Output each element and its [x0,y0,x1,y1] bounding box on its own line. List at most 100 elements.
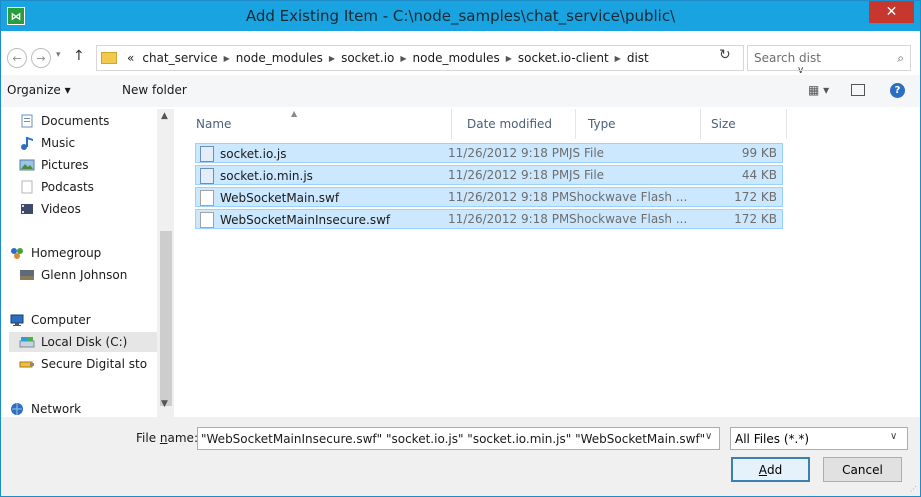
file-row[interactable]: socket.io.min.js 11/26/2012 9:18 PM JS F… [195,165,783,185]
close-button[interactable]: ✕ [869,1,914,23]
nav-item-label: Computer [31,313,91,327]
network-icon [11,403,23,415]
user-icon [20,270,34,280]
file-row[interactable]: WebSocketMainInsecure.swf 11/26/2012 9:1… [195,209,783,229]
column-header-name[interactable]: Name ▲ [188,109,452,139]
add-button-label: dd [766,462,783,477]
nav-item-label: Local Disk (C:) [41,335,128,349]
nav-item-homegroup[interactable]: Homegroup [9,243,101,263]
breadcrumb-chat-service[interactable]: chat_service [142,51,217,65]
breadcrumb-overflow[interactable]: « [127,51,134,65]
file-name-input[interactable]: "WebSocketMainInsecure.swf" "socket.io.j… [197,427,720,450]
scroll-up-chevron-icon[interactable]: ▲ [161,111,168,121]
file-size: 44 KB [741,168,777,182]
nav-item-videos[interactable]: Videos [19,199,81,219]
help-icon[interactable]: ? [890,83,905,98]
file-type-filter-select[interactable]: All Files (*.*) [730,427,908,450]
search-input[interactable]: Search dist ⌕ [747,45,911,71]
nav-item-secure-digital[interactable]: Secure Digital sto [19,354,147,374]
cancel-button[interactable]: Cancel [823,457,902,482]
file-date: 11/26/2012 9:18 PM [448,190,568,204]
add-button-accel: A [758,462,767,477]
breadcrumb-separator-icon[interactable]: ▶ [615,54,621,63]
file-name-cell: WebSocketMainInsecure.swf [200,212,460,228]
file-type-filter-value: All Files (*.*) [735,431,810,446]
nav-item-computer[interactable]: Computer [9,310,91,330]
dialog-window: Add Existing Item - C:\node_samples\chat… [0,0,921,497]
back-arrow-icon: ← [12,51,22,65]
breadcrumb-socket-io-client[interactable]: socket.io-client [518,51,609,65]
computer-icon [10,314,24,326]
file-type: Shockwave Flash ... [569,212,688,226]
nav-scroll-thumb[interactable] [160,231,172,406]
search-icon[interactable]: ⌕ [897,51,904,66]
resize-grip-icon[interactable]: ⋰ [910,485,917,493]
breadcrumb-separator-icon[interactable]: ▶ [224,54,230,63]
column-header-date-label: Date modified [467,117,553,131]
nav-item-label: Music [41,136,76,150]
column-header-size-label: Size [711,117,736,131]
nav-item-podcasts[interactable]: Podcasts [19,177,94,197]
file-name-label-suffix: ame: [167,431,198,445]
nav-item-label: Documents [41,114,110,128]
nav-item-network[interactable]: Network [9,399,81,417]
breadcrumb-separator-icon[interactable]: ▶ [400,54,406,63]
up-arrow-icon[interactable]: ↑ [73,48,85,64]
file-name-cell: socket.io.min.js [200,168,460,184]
file-name-label: File name: [136,431,198,445]
nav-item-local-disk[interactable]: Local Disk (C:) [9,332,159,352]
file-list: Name ▲ Date modified Type Size socket.io… [176,109,920,417]
file-size: 99 KB [741,146,777,160]
file-name-dropdown-chevron-icon[interactable]: ∨ [705,431,712,442]
videos-icon [21,204,33,214]
breadcrumb-separator-icon[interactable]: ▶ [506,54,512,63]
file-size: 172 KB [734,212,777,226]
view-options-icon[interactable]: ▦ ▾ [808,83,829,97]
add-button[interactable]: Add [731,457,810,482]
scroll-down-chevron-icon[interactable]: ▼ [161,399,168,409]
forward-arrow-icon: → [36,51,46,65]
forward-button[interactable]: → [31,48,51,68]
organize-menu-button[interactable]: Organize ▾ [7,83,71,97]
file-row[interactable]: WebSocketMain.swf 11/26/2012 9:18 PM Sho… [195,187,783,207]
nav-item-documents[interactable]: Documents [19,111,109,131]
folder-icon [101,52,117,64]
homegroup-icon [11,248,23,259]
recent-locations-chevron-icon[interactable]: ▾ [56,50,61,60]
breadcrumb-socket-io[interactable]: socket.io [341,51,394,65]
breadcrumb-dist[interactable]: dist [627,51,649,65]
preview-pane-icon[interactable] [851,84,865,96]
column-header-size[interactable]: Size [703,109,787,139]
filter-dropdown-chevron-icon[interactable]: ∨ [890,431,897,442]
file-name: socket.io.js [220,147,287,161]
title-bar[interactable]: Add Existing Item - C:\node_samples\chat… [1,1,920,31]
breadcrumb-node-modules-2[interactable]: node_modules [413,51,500,65]
file-date: 11/26/2012 9:18 PM [448,146,568,160]
refresh-icon[interactable]: ↻ [719,47,731,63]
nav-item-music[interactable]: Music [19,133,75,153]
address-row: ← → ▾ ↑ « chat_service ▶ node_modules ▶ … [1,31,920,76]
column-header-name-label: Name [196,117,232,131]
file-name-cell: socket.io.js [200,146,460,162]
column-header-date[interactable]: Date modified [459,109,576,139]
file-row[interactable]: socket.io.js 11/26/2012 9:18 PM JS File … [195,143,783,163]
file-type: JS File [569,146,605,160]
file-type: JS File [569,168,605,182]
column-header-type[interactable]: Type [580,109,701,139]
file-name-label-accel: n [159,431,168,445]
nav-item-label: Videos [41,202,81,216]
dialog-footer: File name: "WebSocketMainInsecure.swf" "… [1,417,920,496]
nav-item-glenn-johnson[interactable]: Glenn Johnson [19,265,127,285]
new-folder-button[interactable]: New folder [122,83,187,97]
breadcrumb-node-modules[interactable]: node_modules [236,51,323,65]
navigation-pane: Documents Music Pictures Podcasts Videos… [1,109,176,417]
command-bar: Organize ▾ New folder ▦ ▾ ? [1,75,920,107]
disk-icon [19,337,35,348]
music-icon [21,137,33,150]
nav-item-pictures[interactable]: Pictures [19,155,89,175]
file-name: WebSocketMain.swf [220,191,340,205]
breadcrumb-separator-icon[interactable]: ▶ [329,54,335,63]
nav-item-label: Podcasts [41,180,94,194]
back-button[interactable]: ← [7,48,27,68]
address-bar[interactable]: « chat_service ▶ node_modules ▶ socket.i… [96,45,804,76]
